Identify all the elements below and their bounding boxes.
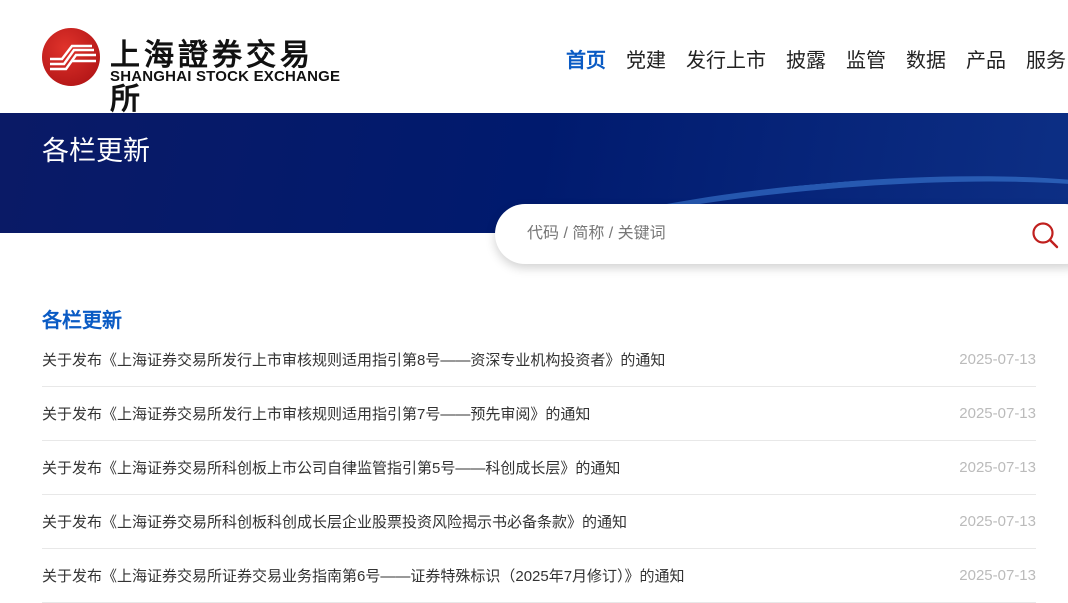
item-date: 2025-07-13 (959, 351, 1036, 368)
nav-products[interactable]: 产品 (966, 44, 1006, 73)
search-bar (495, 204, 1068, 264)
nav-disclosure[interactable]: 披露 (786, 44, 826, 73)
nav-home[interactable]: 首页 (566, 44, 606, 73)
update-list: 关于发布《上海证券交易所发行上市审核规则适用指引第8号——资深专业机构投资者》的… (42, 333, 1036, 603)
item-title[interactable]: 关于发布《上海证券交易所科创板科创成长层企业股票投资风险揭示书必备条款》的通知 (42, 511, 627, 532)
list-item[interactable]: 关于发布《上海证券交易所科创板上市公司自律监管指引第5号——科创成长层》的通知 2… (42, 441, 1036, 495)
nav-data[interactable]: 数据 (906, 44, 946, 73)
search-input[interactable] (527, 225, 1007, 243)
item-date: 2025-07-13 (959, 567, 1036, 584)
list-item[interactable]: 关于发布《上海证券交易所发行上市审核规则适用指引第7号——预先审阅》的通知 202… (42, 387, 1036, 441)
sse-logo[interactable]: 上海證券交易所 SHANGHAI STOCK EXCHANGE (42, 28, 342, 117)
item-date: 2025-07-13 (959, 513, 1036, 530)
nav-party[interactable]: 党建 (626, 44, 666, 73)
page-title: 各栏更新 (42, 136, 150, 166)
main-nav: 首页 党建 发行上市 披露 监管 数据 产品 服务 (566, 44, 1066, 73)
logo-english: SHANGHAI STOCK EXCHANGE (110, 68, 341, 85)
nav-services[interactable]: 服务 (1026, 44, 1066, 73)
item-date: 2025-07-13 (959, 459, 1036, 476)
nav-regulation[interactable]: 监管 (846, 44, 886, 73)
item-title[interactable]: 关于发布《上海证券交易所科创板上市公司自律监管指引第5号——科创成长层》的通知 (42, 457, 620, 478)
list-item[interactable]: 关于发布《上海证券交易所证券交易业务指南第6号——证券特殊标识（2025年7月修… (42, 549, 1036, 603)
item-title[interactable]: 关于发布《上海证券交易所证券交易业务指南第6号——证券特殊标识（2025年7月修… (42, 565, 685, 586)
header: 上海證券交易所 SHANGHAI STOCK EXCHANGE 首页 党建 发行… (0, 0, 1068, 117)
item-title[interactable]: 关于发布《上海证券交易所发行上市审核规则适用指引第8号——资深专业机构投资者》的… (42, 349, 665, 370)
search-icon[interactable] (1031, 221, 1059, 254)
sse-emblem-icon (42, 28, 100, 86)
section-title: 各栏更新 (42, 310, 122, 332)
list-item[interactable]: 关于发布《上海证券交易所科创板科创成长层企业股票投资风险揭示书必备条款》的通知 2… (42, 495, 1036, 549)
nav-listing[interactable]: 发行上市 (686, 44, 766, 73)
item-date: 2025-07-13 (959, 405, 1036, 422)
item-title[interactable]: 关于发布《上海证券交易所发行上市审核规则适用指引第7号——预先审阅》的通知 (42, 403, 590, 424)
list-item[interactable]: 关于发布《上海证券交易所发行上市审核规则适用指引第8号——资深专业机构投资者》的… (42, 333, 1036, 387)
